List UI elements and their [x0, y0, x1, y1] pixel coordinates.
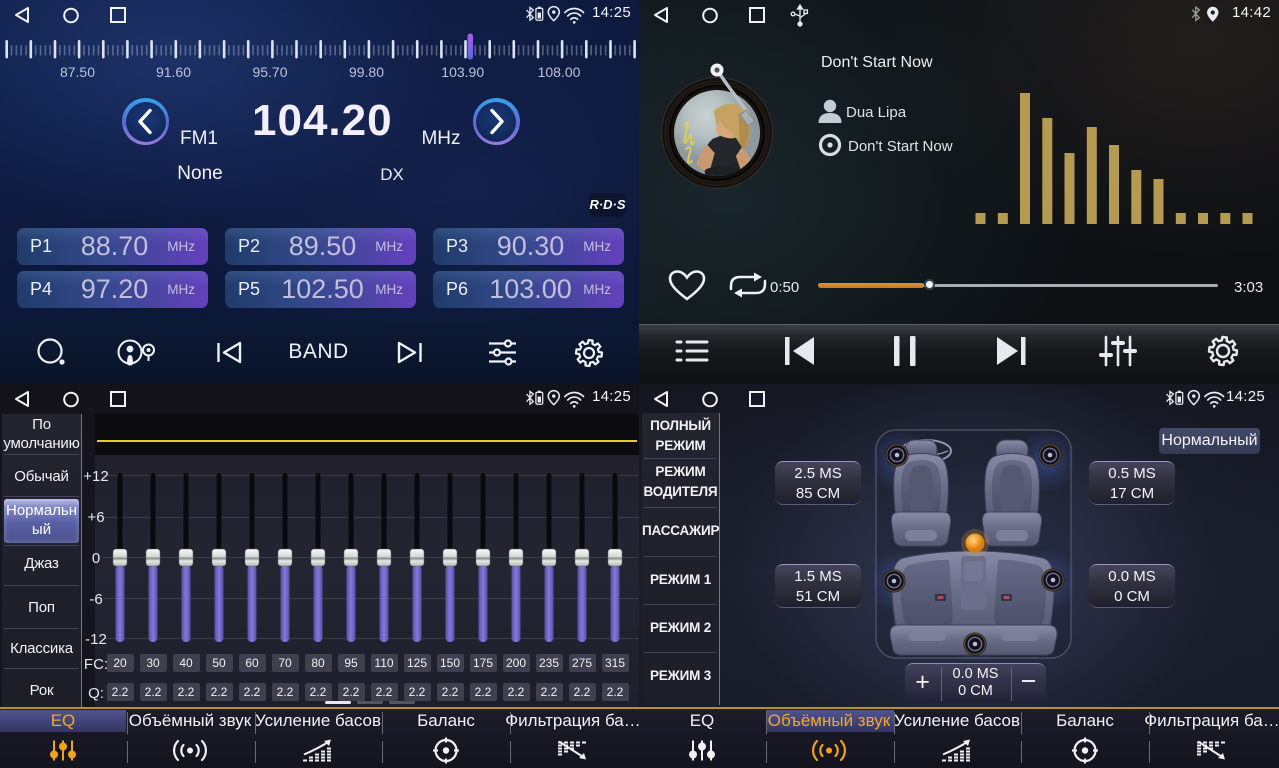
- svg-text:87.50: 87.50: [60, 64, 95, 80]
- svg-text:95.70: 95.70: [252, 64, 287, 80]
- svg-text:108.00: 108.00: [538, 64, 581, 80]
- svg-text:99.80: 99.80: [349, 64, 384, 80]
- svg-text:91.60: 91.60: [156, 64, 191, 80]
- svg-text:103.90: 103.90: [441, 64, 484, 80]
